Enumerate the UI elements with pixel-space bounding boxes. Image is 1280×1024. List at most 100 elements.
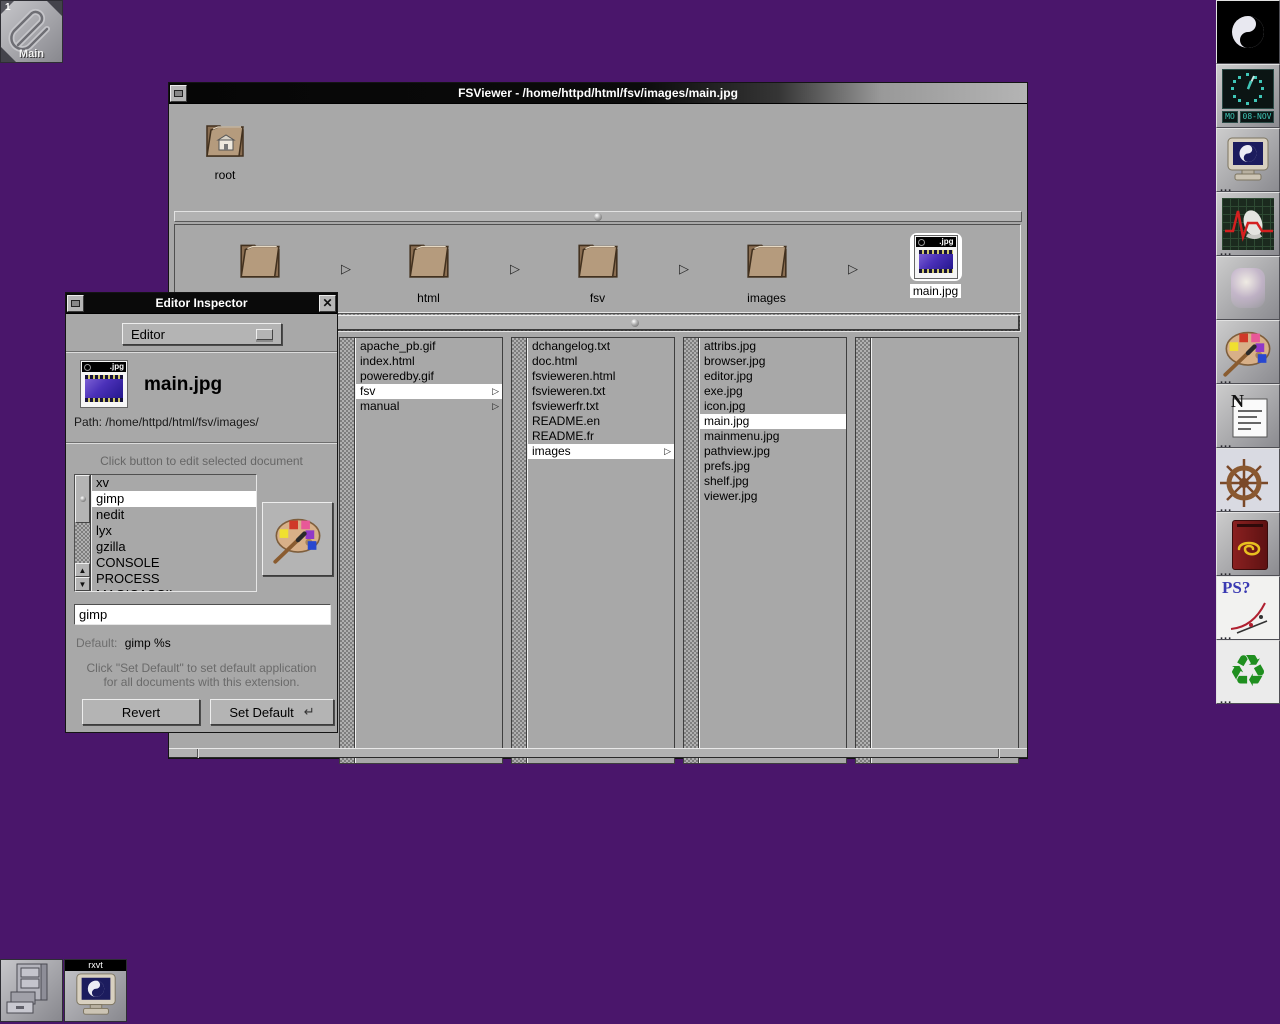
file-row[interactable]: attribs.jpg: [700, 339, 846, 354]
dock-tile-terminal[interactable]: ...: [1216, 128, 1280, 192]
file-row[interactable]: fsvieweren.txt: [528, 384, 674, 399]
edit-document-button[interactable]: [262, 502, 333, 576]
shelf-item-root[interactable]: root: [193, 116, 257, 182]
resize-groove: [998, 749, 999, 758]
fsviewer-titlebar[interactable]: FSViewer - /home/httpd/html/fsv/images/m…: [169, 83, 1027, 104]
column-scrollbar[interactable]: [512, 338, 527, 763]
clock-day: MO: [1222, 111, 1238, 123]
file-list: apache_pb.gif index.html poweredby.gif f…: [355, 338, 502, 763]
file-row[interactable]: mainmenu.jpg: [700, 429, 846, 444]
app-list-scrollbar[interactable]: ▲ ▼: [75, 475, 91, 591]
scrollbar-knob[interactable]: [75, 475, 90, 523]
browser-column-4: [855, 337, 1019, 764]
path-entry-fsv[interactable]: fsv ▷: [513, 225, 682, 312]
file-row[interactable]: viewer.jpg: [700, 489, 846, 504]
monitor-icon: [73, 972, 119, 1018]
workspace-number: 1: [5, 2, 11, 13]
application-name: MAGICASCII: [96, 587, 253, 591]
dock-tile-mail[interactable]: ...: [1216, 512, 1280, 576]
dock-tile-helm[interactable]: ...: [1216, 448, 1280, 512]
dock-tile-clock[interactable]: MO 08-NOV: [1216, 64, 1280, 128]
column-scrollbar[interactable]: [856, 338, 871, 763]
workspace-name: Main: [1, 48, 62, 60]
running-indicator: ...: [1220, 440, 1232, 448]
note-line-2: for all documents with this extension.: [66, 675, 337, 689]
file-name: poweredby.gif: [360, 369, 499, 384]
file-list: attribs.jpg browser.jpg editor.jpg exe.j…: [699, 338, 846, 763]
fsviewer-appicon[interactable]: [0, 959, 63, 1022]
knob-dimple: [631, 319, 639, 327]
dock-tile-windowmaker[interactable]: [1216, 0, 1280, 64]
miniaturize-icon: [71, 300, 80, 307]
revert-button[interactable]: Revert: [82, 699, 200, 725]
application-row[interactable]: lyx: [92, 523, 256, 539]
file-row[interactable]: editor.jpg: [700, 369, 846, 384]
dock-tile-ghostview[interactable]: PS? ...: [1216, 576, 1280, 640]
command-field[interactable]: gimp: [74, 604, 331, 625]
dock-tile-faded-app[interactable]: [1216, 256, 1280, 320]
knob-dimple: [80, 496, 86, 502]
file-row[interactable]: apache_pb.gif: [356, 339, 502, 354]
path-entry-mainjpg[interactable]: .jpg main.jpg: [851, 225, 1020, 312]
file-row[interactable]: icon.jpg: [700, 399, 846, 414]
file-row[interactable]: fsvieweren.html: [528, 369, 674, 384]
folder-icon: [572, 235, 624, 281]
file-name: index.html: [360, 354, 499, 369]
column-scrollbar[interactable]: [340, 338, 355, 763]
file-row[interactable]: images ▷: [528, 444, 674, 459]
inspector-titlebar[interactable]: Editor Inspector ✕: [66, 293, 337, 314]
application-row[interactable]: xv: [92, 475, 256, 491]
file-row[interactable]: poweredby.gif: [356, 369, 502, 384]
file-row[interactable]: doc.html: [528, 354, 674, 369]
file-row[interactable]: main.jpg: [700, 414, 846, 429]
folder-icon: [741, 235, 793, 281]
default-label: Default:: [76, 636, 117, 650]
file-row[interactable]: pathview.jpg: [700, 444, 846, 459]
file-name: apache_pb.gif: [360, 339, 499, 354]
dock-tile-system-load[interactable]: ...: [1216, 192, 1280, 256]
file-row[interactable]: dchangelog.txt: [528, 339, 674, 354]
file-row[interactable]: fsviewerfr.txt: [528, 399, 674, 414]
miniaturize-button[interactable]: [170, 85, 187, 102]
application-row[interactable]: PROCESS: [92, 571, 256, 587]
application-row[interactable]: CONSOLE: [92, 555, 256, 571]
inspected-file-path: Path: /home/httpd/html/fsv/images/: [74, 415, 259, 429]
path-arrow-icon: ▷: [341, 261, 351, 277]
file-row[interactable]: prefs.jpg: [700, 459, 846, 474]
close-button[interactable]: ✕: [319, 295, 336, 312]
path-entry-images[interactable]: images ▷: [682, 225, 851, 312]
file-list: dchangelog.txt doc.html fsvieweren.html …: [527, 338, 674, 763]
file-row[interactable]: index.html: [356, 354, 502, 369]
column-scrollbar[interactable]: [684, 338, 699, 763]
file-row[interactable]: README.en: [528, 414, 674, 429]
miniaturize-button[interactable]: [67, 295, 84, 312]
dock-tile-recycler[interactable]: ♻ ...: [1216, 640, 1280, 704]
application-row[interactable]: gzilla: [92, 539, 256, 555]
dock-tile-nedit[interactable]: N ...: [1216, 384, 1280, 448]
application-row[interactable]: gimp: [92, 491, 256, 507]
workspace-clip[interactable]: 1 Main: [0, 0, 63, 63]
file-row[interactable]: README.fr: [528, 429, 674, 444]
folder-icon: [403, 235, 455, 281]
scroll-up-button[interactable]: ▲: [75, 563, 90, 577]
file-row[interactable]: shelf.jpg: [700, 474, 846, 489]
terminal-miniwindow[interactable]: rxvt: [64, 959, 127, 1022]
file-name: shelf.jpg: [704, 474, 843, 489]
application-row[interactable]: nedit: [92, 507, 256, 523]
set-default-button[interactable]: Set Default ↵: [210, 699, 334, 725]
path-entry-html[interactable]: html ▷: [344, 225, 513, 312]
file-name: exe.jpg: [704, 384, 843, 399]
editor-inspector-window: Editor Inspector ✕ Editor .jpg main.jpg …: [65, 292, 338, 733]
file-row[interactable]: browser.jpg: [700, 354, 846, 369]
file-row[interactable]: fsv ▷: [356, 384, 502, 399]
resize-bar[interactable]: [169, 748, 1027, 758]
scroll-down-button[interactable]: ▼: [75, 577, 90, 591]
path-scrollbar-knob[interactable]: [250, 315, 1019, 330]
application-name: CONSOLE: [96, 555, 253, 571]
file-row[interactable]: manual ▷: [356, 399, 502, 414]
dock-tile-gimp[interactable]: ...: [1216, 320, 1280, 384]
inspector-popup[interactable]: Editor: [122, 323, 282, 345]
file-row[interactable]: exe.jpg: [700, 384, 846, 399]
shelf-split-handle[interactable]: [174, 211, 1022, 222]
application-row[interactable]: MAGICASCII: [92, 587, 256, 591]
